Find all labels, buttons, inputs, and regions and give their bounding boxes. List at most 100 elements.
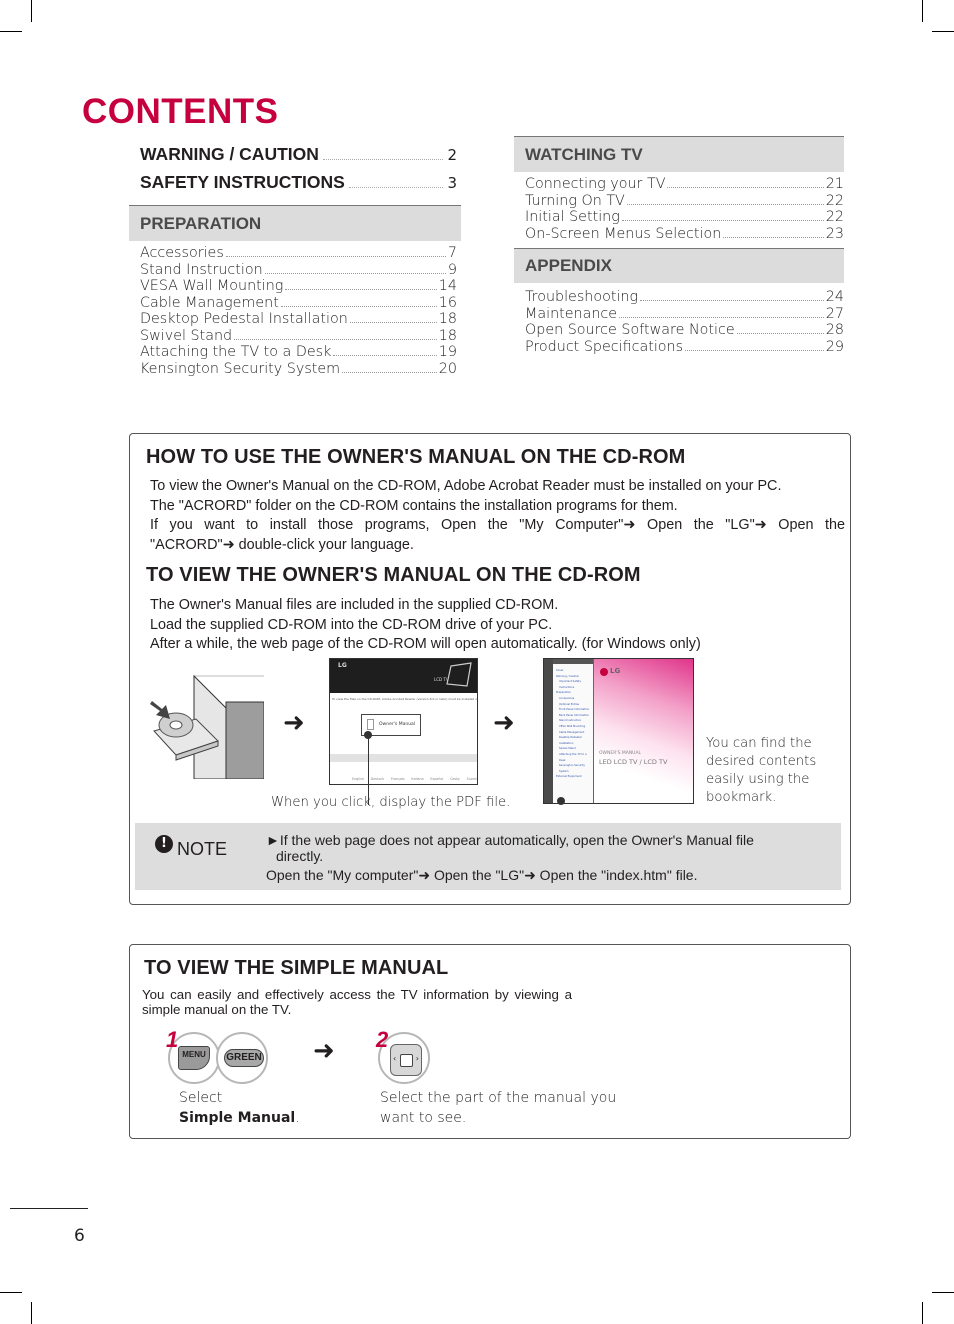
toc-right-column: WATCHING TV Connecting your TV 21 Turning… [514, 136, 844, 355]
toc-label: Attaching the TV to a Desk [140, 344, 332, 360]
bookmark-item[interactable]: Kensington Security System [556, 763, 591, 774]
text-line: Load the supplied CD-ROM into the CD-ROM… [150, 616, 553, 633]
toc-item[interactable]: Maintenance 27 [525, 306, 844, 323]
toc-page: 18 [438, 327, 457, 344]
toc-item[interactable]: Connecting your TV 21 [525, 176, 844, 193]
page-number: 6 [74, 1226, 85, 1246]
toc-item[interactable]: Accessories 7 [140, 245, 457, 262]
lg-logo: LG [338, 662, 347, 669]
section-header-appendix: APPENDIX [514, 248, 844, 283]
toc-label: Product Specifications [525, 338, 684, 355]
caption-bookmark: You can find the desired contents easily… [706, 736, 817, 805]
dot-leader [723, 236, 824, 238]
green-button[interactable]: GREEN [224, 1049, 264, 1067]
crop-mark [922, 0, 923, 22]
language-links: English Deutsch Français Italiano Españo… [352, 777, 477, 781]
text-line: If you want to install those programs, O… [150, 517, 845, 533]
dot-leader [348, 187, 444, 188]
pdf-brand: LG [610, 667, 621, 675]
pdf-doc-title: LED LCD TV / LCD TV [599, 758, 668, 766]
toc-item[interactable]: Product Specifications 29 [525, 339, 844, 356]
toc-entry-warning[interactable]: WARNING / CAUTION 2 [140, 141, 457, 169]
text-line: The "ACRORD" folder on the CD-ROM contai… [150, 497, 678, 514]
toc-item[interactable]: Stand Instruction 9 [140, 262, 457, 279]
toc-label: SAFETY INSTRUCTIONS [140, 172, 345, 192]
bookmark-item[interactable]: Attaching the TV to a Desk [556, 752, 591, 763]
language-link[interactable]: Français [391, 777, 405, 781]
dot-leader [626, 203, 824, 205]
dot-leader [322, 159, 444, 160]
dot-leader [264, 272, 446, 274]
language-link[interactable]: Suomi [467, 777, 477, 781]
bookmark-item[interactable]: Important Safety Instructions [556, 679, 591, 690]
toc-page: 20 [438, 360, 457, 377]
toc-page: 2 [447, 146, 457, 164]
language-link[interactable]: English [352, 777, 364, 781]
toc-list-preparation: Accessories 7 Stand Instruction 9 VESA Wal… [129, 241, 461, 377]
toc-item[interactable]: Cable Management 16 [140, 295, 457, 312]
navigation-pad[interactable]: ‹ › [390, 1044, 422, 1076]
note-line: directly. [276, 848, 324, 864]
toc-entry-safety[interactable]: SAFETY INSTRUCTIONS 3 [140, 169, 457, 197]
pdf-reader-screenshot: Cover Warning / Caution Important Safety… [543, 658, 694, 804]
toc-label: Connecting your TV [525, 176, 666, 192]
toc-page: 28 [825, 322, 844, 338]
crop-mark [0, 1292, 22, 1293]
cdrom-view-text: The Owner's Manual files are included in… [150, 596, 845, 655]
toc-page: 7 [447, 245, 457, 261]
footer-rule [10, 1208, 88, 1209]
toc-item[interactable]: Open Source Software Notice 28 [525, 322, 844, 339]
language-link[interactable]: Česky [450, 777, 460, 781]
dot-leader [285, 289, 437, 290]
webpage-notice: To view the files on the CD-ROM, Adobe A… [332, 697, 477, 701]
arrow-icon: ➜ [493, 708, 515, 738]
dot-leader [333, 355, 437, 356]
toc-label: Swivel Stand [140, 327, 233, 344]
dot-leader [280, 305, 437, 307]
step-number: 2 [376, 1027, 389, 1052]
menu-button[interactable]: MENU [178, 1046, 210, 1070]
bookmark-item[interactable]: Front Panel Information [556, 707, 591, 713]
toc-page: 9 [447, 261, 457, 278]
toc-label: WARNING / CAUTION [140, 144, 319, 164]
bookmark-item[interactable]: Desktop Pedestal Installation [556, 735, 591, 746]
toc-label: Kensington Security System [140, 360, 341, 377]
toc-label: On-Screen Menus Selection [525, 225, 722, 242]
note-line: ►If the web page does not appear automat… [266, 832, 754, 848]
toc-item[interactable]: Troubleshooting 24 [525, 289, 844, 306]
toc-item[interactable]: Kensington Security System 20 [140, 361, 457, 378]
toc-item[interactable]: Swivel Stand 18 [140, 328, 457, 345]
crop-mark [0, 31, 22, 32]
toc-label: VESA Wall Mounting [140, 278, 284, 294]
simple-manual-label: Simple Manual [179, 1109, 296, 1126]
toc-item[interactable]: Turning On TV 22 [525, 193, 844, 210]
cdrom-howto-text: To view the Owner's Manual on the CD-ROM… [150, 477, 845, 555]
cd-drive-illustration [146, 673, 265, 780]
toc-page: 18 [438, 311, 457, 327]
text-line: To view the Owner's Manual on the CD-ROM… [150, 478, 782, 494]
section-header-watching-tv: WATCHING TV [514, 136, 844, 172]
toc-item[interactable]: On-Screen Menus Selection 23 [525, 226, 844, 243]
dot-leader [619, 316, 824, 318]
arrow-icon: ➜ [313, 1036, 335, 1066]
crop-mark [31, 1302, 32, 1324]
bookmark-list: Cover Warning / Caution Important Safety… [553, 664, 593, 780]
toc-item[interactable]: Initial Setting 22 [525, 209, 844, 226]
dot-leader [640, 300, 824, 301]
language-link[interactable]: Italiano [411, 777, 423, 781]
language-link[interactable]: Deutsch [371, 777, 385, 781]
toc-label: Accessories [140, 245, 224, 261]
toc-item[interactable]: Desktop Pedestal Installation 18 [140, 311, 457, 328]
toc-item[interactable]: VESA Wall Mounting 14 [140, 278, 457, 295]
crop-mark [932, 1292, 954, 1293]
caption-click-pdf: When you click, display the PDF file. [271, 795, 511, 810]
toc-item[interactable]: Attaching the TV to a Desk 19 [140, 344, 457, 361]
language-link[interactable]: Español [430, 777, 443, 781]
exclamation-icon: ! [155, 835, 173, 853]
bookmark-item[interactable]: External Equipment [556, 774, 591, 780]
ok-button[interactable] [400, 1054, 413, 1067]
toc-list-appendix: Troubleshooting 24 Maintenance 27 Open Sou… [514, 283, 844, 355]
step1-caption-body: Simple Manual. [179, 1109, 300, 1129]
toc-page: 3 [447, 174, 457, 192]
caption-period: . [295, 1109, 300, 1126]
